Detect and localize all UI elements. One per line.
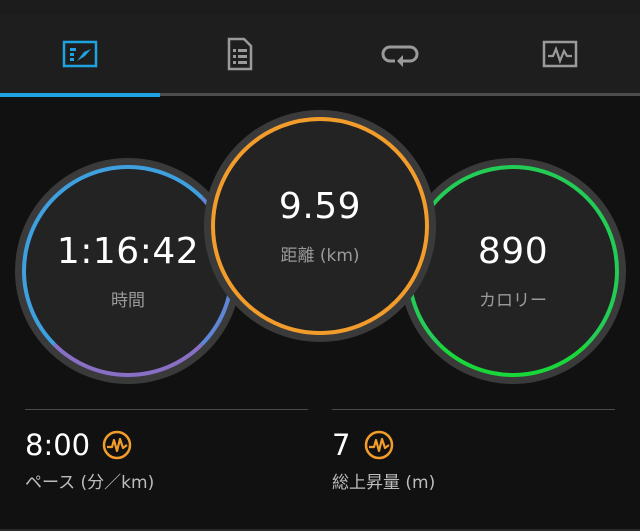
calories-label: カロリー — [479, 291, 547, 311]
active-tab-indicator — [0, 93, 160, 97]
time-value: 1:16:42 — [56, 231, 200, 272]
divider-left — [25, 409, 308, 410]
tab-laps[interactable] — [320, 14, 480, 94]
document-list-icon — [227, 37, 253, 71]
distance-label: 距離 (km) — [280, 246, 360, 266]
pace-stat[interactable]: 8:00 ペース (分／km) — [25, 428, 154, 493]
pulse-icon — [102, 430, 132, 460]
tab-overview[interactable] — [0, 14, 160, 94]
distance-ring[interactable]: 9.59 距離 (km) — [211, 117, 429, 335]
dashboard-icon — [62, 40, 98, 68]
chart-icon — [542, 40, 578, 68]
pace-value: 8:00 — [25, 428, 91, 462]
elevation-stat[interactable]: 7 総上昇量 (m) — [332, 428, 435, 493]
distance-value: 9.59 — [278, 186, 362, 227]
status-area — [0, 0, 640, 15]
pace-label: ペース (分／km) — [25, 473, 155, 493]
time-label: 時間 — [111, 291, 145, 311]
divider-right — [332, 409, 615, 410]
tab-details[interactable] — [160, 14, 320, 94]
pulse-icon — [365, 430, 394, 460]
tab-bar — [0, 14, 640, 97]
calories-value: 890 — [477, 231, 549, 272]
tab-charts[interactable] — [480, 14, 640, 94]
elevation-label: 総上昇量 (m) — [332, 473, 436, 493]
calories-ring[interactable]: 890 カロリー — [407, 165, 619, 377]
elevation-value: 7 — [332, 428, 351, 462]
time-ring[interactable]: 1:16:42 時間 — [22, 165, 234, 377]
laps-icon — [381, 45, 419, 67]
